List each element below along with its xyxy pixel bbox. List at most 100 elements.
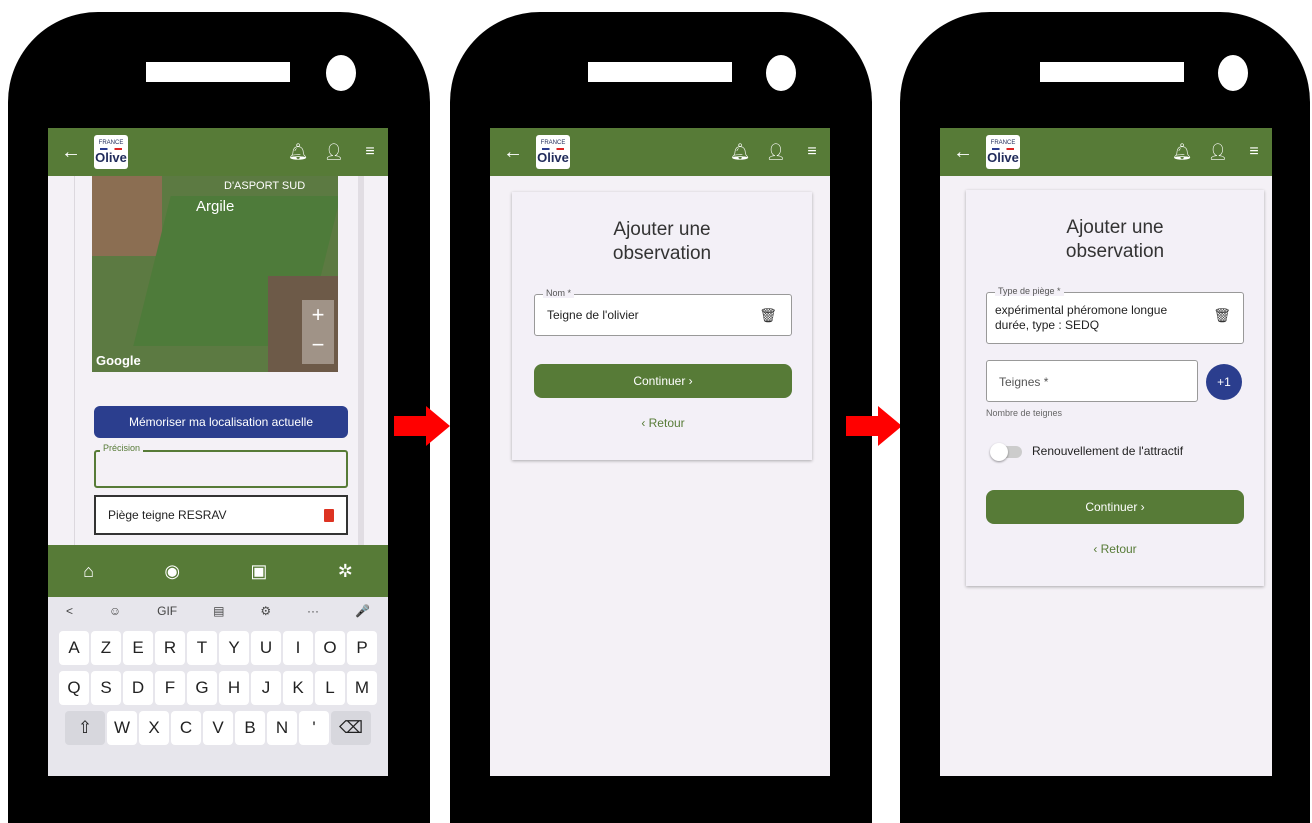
- back-arrow-icon[interactable]: ←: [48, 141, 94, 164]
- trap-item[interactable]: Piège teigne RESRAV: [94, 495, 348, 535]
- flow-arrow-icon: [846, 406, 902, 446]
- key[interactable]: D: [123, 671, 153, 705]
- menu-icon[interactable]: ≡: [352, 143, 388, 161]
- continue-button[interactable]: Continuer ›: [534, 364, 792, 398]
- mic-icon[interactable]: 🎤: [355, 604, 370, 618]
- key[interactable]: H: [219, 671, 249, 705]
- app-bar: ← FRANCE Olive 🔔︎ 👤︎ ≡: [490, 128, 830, 176]
- keyboard-row-2: Q S D F G H J K L M: [48, 671, 388, 705]
- map-area-label: D'ASPORT SUD: [224, 180, 306, 192]
- key[interactable]: L: [315, 671, 345, 705]
- phone-3: ← FRANCE Olive 🔔︎ 👤︎ ≡ Ajouter une obser…: [900, 12, 1310, 823]
- trash-icon[interactable]: [324, 508, 334, 522]
- key[interactable]: R: [155, 631, 185, 665]
- back-link[interactable]: ‹ Retour: [534, 416, 792, 430]
- screen-2: ← FRANCE Olive 🔔︎ 👤︎ ≡ Ajouter une obser…: [490, 128, 830, 776]
- key[interactable]: C: [171, 711, 201, 745]
- tree-icon[interactable]: ✲: [338, 561, 353, 582]
- key[interactable]: Z: [91, 631, 121, 665]
- back-link[interactable]: ‹ Retour: [986, 542, 1244, 556]
- sticker-icon[interactable]: ☺: [109, 604, 121, 618]
- bell-icon[interactable]: 🔔︎: [722, 142, 758, 162]
- user-icon[interactable]: 👤︎: [1200, 142, 1236, 162]
- keyboard-toolbar: < ☺ GIF ▤ ⚙ ··· 🎤: [48, 597, 388, 625]
- teignes-placeholder: Teignes *: [999, 375, 1049, 389]
- gif-button[interactable]: GIF: [157, 604, 177, 618]
- screen-3: ← FRANCE Olive 🔔︎ 👤︎ ≡ Ajouter une obser…: [940, 128, 1272, 776]
- bell-icon[interactable]: 🔔︎: [1164, 142, 1200, 162]
- key[interactable]: K: [283, 671, 313, 705]
- calendar-plus-icon[interactable]: ▣: [250, 561, 267, 582]
- key[interactable]: Q: [59, 671, 89, 705]
- precision-label: Précision: [100, 443, 144, 453]
- home-icon[interactable]: ⌂: [83, 561, 94, 582]
- key[interactable]: E: [123, 631, 153, 665]
- name-field-value: Teigne de l'olivier: [547, 308, 639, 322]
- trap-type-field[interactable]: Type de piège * expérimental phéromone l…: [986, 286, 1244, 344]
- eye-plus-icon[interactable]: ◉: [164, 561, 180, 582]
- keyboard: < ☺ GIF ▤ ⚙ ··· 🎤 A Z E R T Y U I O P Q …: [48, 597, 388, 776]
- key[interactable]: U: [251, 631, 281, 665]
- key[interactable]: P: [347, 631, 377, 665]
- keyboard-collapse-icon[interactable]: <: [66, 604, 73, 618]
- trash-icon[interactable]: 🗑︎: [759, 307, 777, 324]
- phone-speaker: [588, 62, 732, 82]
- key[interactable]: V: [203, 711, 233, 745]
- name-field[interactable]: Nom * Teigne de l'olivier 🗑︎: [534, 288, 792, 336]
- france-olive-logo: FRANCE Olive: [986, 135, 1020, 169]
- keyboard-row-3: ⇧ W X C V B N ' ⌫: [48, 711, 388, 745]
- key[interactable]: ': [299, 711, 329, 745]
- trap-item-label: Piège teigne RESRAV: [108, 508, 227, 522]
- keyboard-row-1: A Z E R T Y U I O P: [48, 631, 388, 665]
- continue-button[interactable]: Continuer ›: [986, 490, 1244, 524]
- key[interactable]: Y: [219, 631, 249, 665]
- zoom-in-button[interactable]: +: [302, 300, 334, 330]
- menu-icon[interactable]: ≡: [1236, 143, 1272, 161]
- bell-icon[interactable]: 🔔︎: [280, 142, 316, 162]
- key[interactable]: W: [107, 711, 137, 745]
- back-arrow-icon[interactable]: ←: [940, 141, 986, 164]
- key[interactable]: A: [59, 631, 89, 665]
- key[interactable]: O: [315, 631, 345, 665]
- key[interactable]: F: [155, 671, 185, 705]
- flow-arrow-icon: [394, 406, 450, 446]
- key[interactable]: J: [251, 671, 281, 705]
- phone-speaker: [1040, 62, 1184, 82]
- key[interactable]: T: [187, 631, 217, 665]
- attractant-toggle-label: Renouvellement de l'attractif: [1032, 444, 1184, 458]
- trap-type-label: Type de piège *: [995, 286, 1064, 296]
- user-icon[interactable]: 👤︎: [316, 142, 352, 162]
- backspace-key[interactable]: ⌫: [331, 711, 371, 745]
- shift-key[interactable]: ⇧: [65, 711, 105, 745]
- plus-one-button[interactable]: +1: [1206, 364, 1242, 400]
- teignes-helper-text: Nombre de teignes: [986, 408, 1063, 418]
- name-field-label: Nom *: [543, 288, 575, 298]
- teignes-input[interactable]: Teignes *: [986, 360, 1198, 402]
- settings-icon[interactable]: ⚙: [260, 604, 271, 618]
- memorize-location-button[interactable]: Mémoriser ma localisation actuelle: [94, 406, 348, 438]
- key[interactable]: G: [187, 671, 217, 705]
- attractant-toggle[interactable]: [990, 443, 1022, 461]
- zoom-out-button[interactable]: −: [302, 330, 334, 360]
- phone-speaker: [146, 62, 290, 82]
- key[interactable]: I: [283, 631, 313, 665]
- map-soil-label: Argile: [196, 198, 235, 215]
- trash-icon[interactable]: 🗑︎: [1213, 307, 1231, 324]
- user-icon[interactable]: 👤︎: [758, 142, 794, 162]
- key[interactable]: X: [139, 711, 169, 745]
- menu-icon[interactable]: ≡: [794, 143, 830, 161]
- key[interactable]: N: [267, 711, 297, 745]
- observation-card: Ajouter une observation Nom * Teigne de …: [512, 192, 812, 460]
- clipboard-icon[interactable]: ▤: [213, 604, 224, 618]
- observation-card: Ajouter une observation Type de piège * …: [966, 190, 1264, 586]
- key[interactable]: B: [235, 711, 265, 745]
- zoom-controls[interactable]: + −: [302, 300, 334, 364]
- key[interactable]: M: [347, 671, 377, 705]
- google-attribution: Google: [96, 353, 141, 368]
- key[interactable]: S: [91, 671, 121, 705]
- back-arrow-icon[interactable]: ←: [490, 141, 536, 164]
- satellite-map[interactable]: D'ASPORT SUD Argile Google + −: [92, 176, 338, 372]
- precision-input[interactable]: [94, 450, 348, 488]
- more-icon[interactable]: ···: [307, 604, 319, 618]
- trap-type-value: expérimental phéromone longue durée, typ…: [995, 303, 1168, 332]
